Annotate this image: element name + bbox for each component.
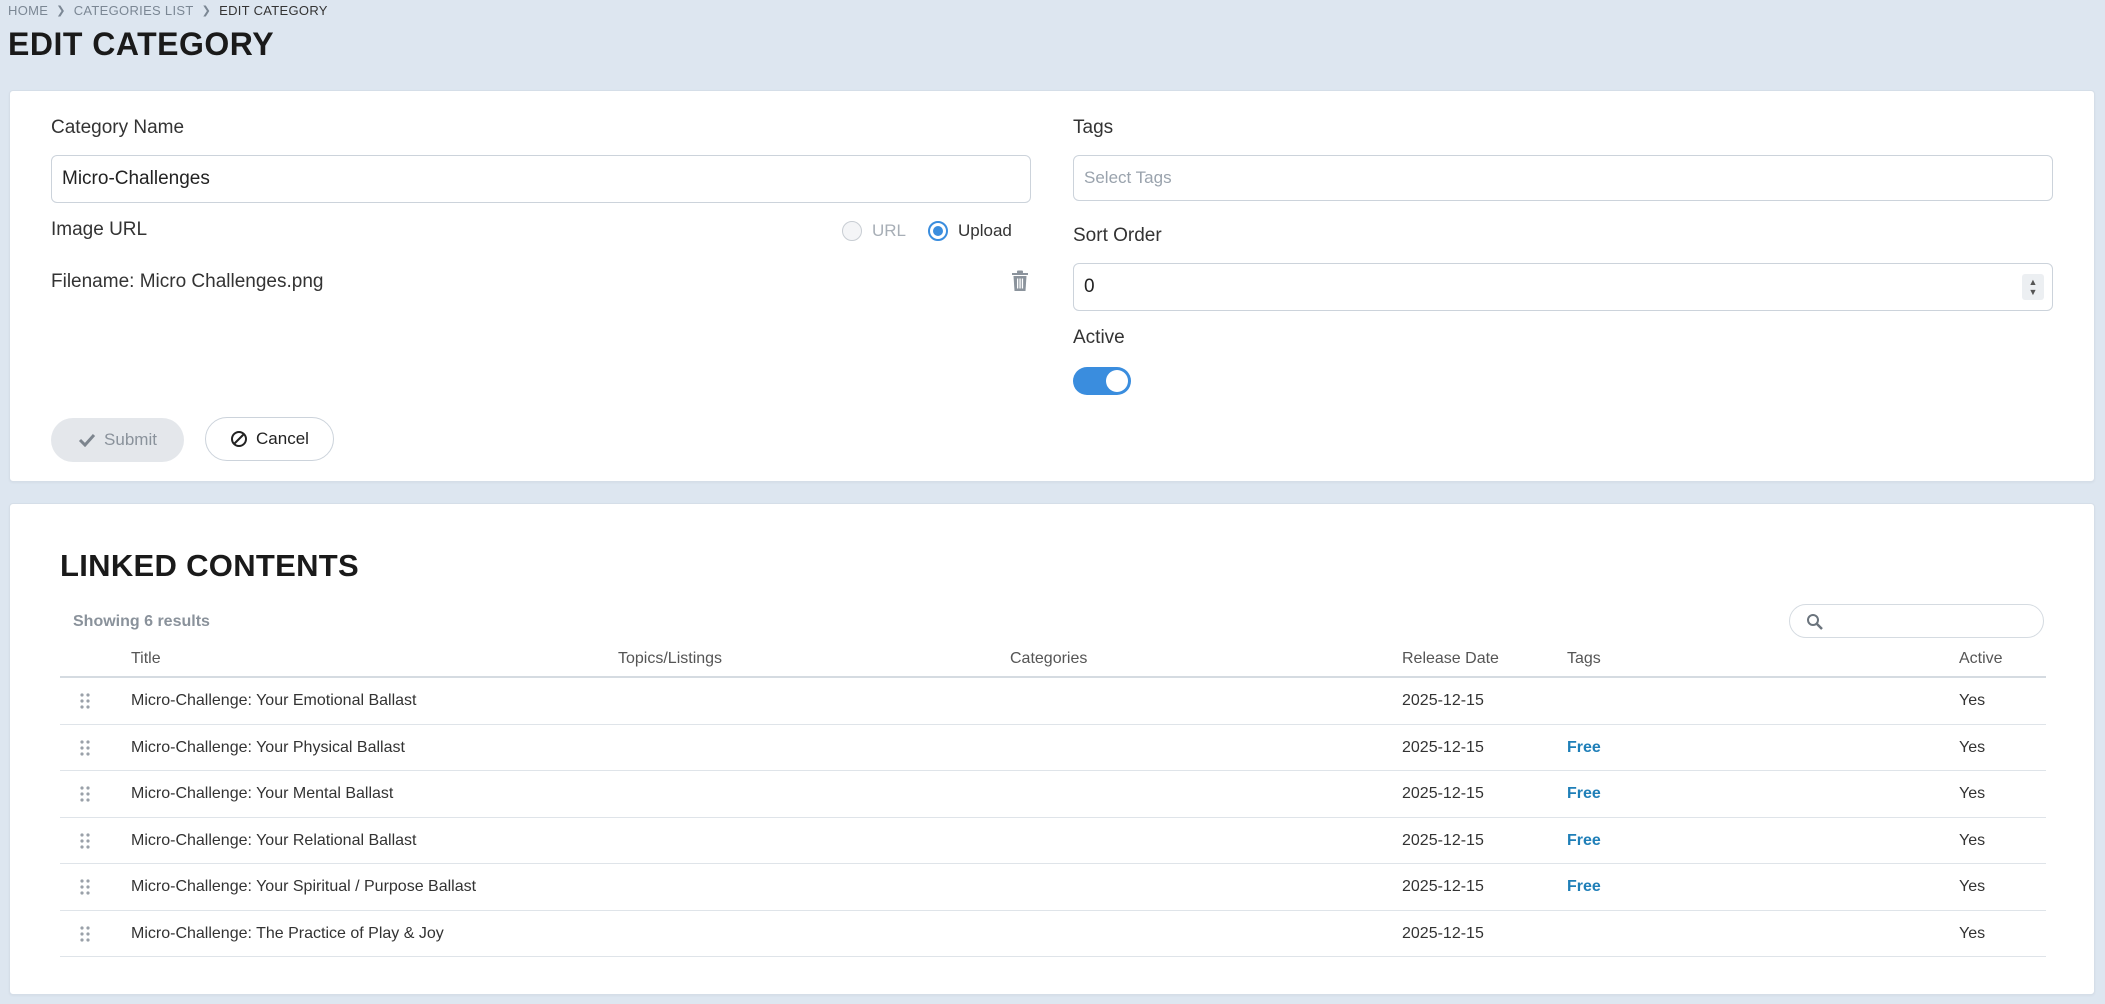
- sort-order-value: 0: [1084, 276, 1095, 297]
- cell-release-date: 2025-12-15: [1402, 692, 1484, 709]
- active-label: Active: [1073, 327, 1125, 348]
- search-input[interactable]: [1789, 604, 2044, 638]
- category-name-label: Category Name: [51, 117, 185, 138]
- number-stepper[interactable]: ▲ ▼: [2022, 274, 2044, 300]
- image-source-radio-group: URL Upload: [842, 221, 1012, 241]
- linked-contents-table: Title Topics/Listings Categories Release…: [60, 642, 2046, 957]
- filename-text: Filename: Micro Challenges.png: [51, 271, 324, 292]
- image-url-label: Image URL: [51, 219, 148, 240]
- cell-release-date: 2025-12-15: [1402, 785, 1484, 802]
- drag-handle-icon[interactable]: [80, 786, 90, 802]
- search-icon: [1807, 614, 1823, 630]
- table-row[interactable]: Micro-Challenge: The Practice of Play & …: [60, 911, 2046, 957]
- submit-label: Submit: [104, 430, 157, 449]
- drag-handle-icon[interactable]: [80, 879, 90, 895]
- cell-title: Micro-Challenge: The Practice of Play & …: [131, 924, 444, 942]
- table-row[interactable]: Micro-Challenge: Your Physical Ballast 2…: [60, 725, 2046, 771]
- cell-active: Yes: [1959, 878, 1986, 895]
- sort-order-input[interactable]: 0 ▲ ▼: [1073, 263, 2053, 311]
- drag-handle-icon[interactable]: [80, 693, 90, 709]
- category-name-value: Micro-Challenges: [62, 168, 210, 189]
- table-row[interactable]: Micro-Challenge: Your Relational Ballast…: [60, 818, 2046, 864]
- column-title[interactable]: Title: [131, 650, 161, 668]
- radio-upload[interactable]: [928, 221, 949, 241]
- column-topics[interactable]: Topics/Listings: [618, 650, 722, 668]
- cell-tags: Free: [1567, 738, 1601, 756]
- tags-select[interactable]: Select Tags: [1073, 155, 2053, 201]
- tags-placeholder: Select Tags: [1084, 168, 1172, 187]
- cell-title: Micro-Challenge: Your Physical Ballast: [131, 738, 405, 756]
- edit-category-card: Category Name Micro-Challenges Image URL…: [9, 90, 2095, 482]
- chevron-right-icon: ❯: [56, 5, 66, 17]
- submit-button[interactable]: Submit: [51, 418, 184, 462]
- breadcrumb-categories-list[interactable]: CATEGORIES LIST: [74, 3, 194, 18]
- column-release-date[interactable]: Release Date: [1402, 650, 1499, 668]
- linked-contents-card: LINKED CONTENTS Showing 6 results Title …: [9, 503, 2095, 995]
- cell-release-date: 2025-12-15: [1402, 924, 1484, 942]
- cell-active: Yes: [1959, 692, 1986, 709]
- column-tags[interactable]: Tags: [1567, 650, 1601, 668]
- cell-release-date: 2025-12-15: [1402, 738, 1484, 756]
- cell-tags: Free: [1567, 831, 1601, 849]
- results-count: Showing 6 results: [73, 613, 210, 630]
- drag-handle-icon[interactable]: [80, 925, 90, 942]
- active-toggle[interactable]: [1073, 367, 1131, 395]
- cancel-label: Cancel: [256, 429, 309, 448]
- cell-release-date: 2025-12-15: [1402, 878, 1484, 895]
- stepper-up-icon[interactable]: ▲: [2029, 277, 2038, 287]
- drag-handle-icon[interactable]: [80, 739, 90, 756]
- cell-tags: Free: [1567, 878, 1601, 895]
- breadcrumb-current: EDIT CATEGORY: [219, 3, 328, 18]
- radio-url-label: URL: [872, 221, 907, 240]
- cell-active: Yes: [1959, 738, 1986, 756]
- table-header: Title Topics/Listings Categories Release…: [60, 642, 2046, 678]
- breadcrumb: HOME ❯ CATEGORIES LIST ❯ EDIT CATEGORY: [8, 3, 328, 18]
- cell-title: Micro-Challenge: Your Spiritual / Purpos…: [131, 878, 477, 895]
- sort-order-label: Sort Order: [1073, 225, 1162, 246]
- linked-contents-title: LINKED CONTENTS: [60, 548, 359, 583]
- cell-tags: Free: [1567, 785, 1601, 802]
- trash-icon[interactable]: [1011, 270, 1029, 297]
- cell-active: Yes: [1959, 831, 1986, 849]
- cancel-button[interactable]: Cancel: [205, 417, 334, 461]
- breadcrumb-home[interactable]: HOME: [8, 3, 48, 18]
- cell-title: Micro-Challenge: Your Relational Ballast: [131, 831, 417, 849]
- category-name-input[interactable]: Micro-Challenges: [51, 155, 1031, 203]
- table-row[interactable]: Micro-Challenge: Your Mental Ballast 202…: [60, 771, 2046, 818]
- cell-active: Yes: [1959, 785, 1986, 802]
- cell-active: Yes: [1959, 924, 1986, 942]
- column-active[interactable]: Active: [1959, 650, 2003, 668]
- stepper-down-icon[interactable]: ▼: [2029, 287, 2038, 297]
- table-body: Micro-Challenge: Your Emotional Ballast …: [60, 678, 2046, 957]
- table-row[interactable]: Micro-Challenge: Your Emotional Ballast …: [60, 678, 2046, 725]
- radio-upload-label: Upload: [958, 221, 1012, 240]
- page-title: EDIT CATEGORY: [8, 26, 275, 62]
- ban-icon: [231, 431, 248, 447]
- tags-label: Tags: [1073, 117, 1114, 138]
- drag-handle-icon[interactable]: [80, 832, 90, 849]
- table-row[interactable]: Micro-Challenge: Your Spiritual / Purpos…: [60, 864, 2046, 911]
- radio-url[interactable]: [842, 221, 862, 241]
- chevron-right-icon: ❯: [201, 5, 212, 17]
- cell-release-date: 2025-12-15: [1402, 831, 1484, 849]
- column-categories[interactable]: Categories: [1010, 650, 1087, 668]
- cell-title: Micro-Challenge: Your Mental Ballast: [131, 785, 394, 802]
- check-icon: [78, 433, 96, 447]
- cell-title: Micro-Challenge: Your Emotional Ballast: [131, 692, 417, 709]
